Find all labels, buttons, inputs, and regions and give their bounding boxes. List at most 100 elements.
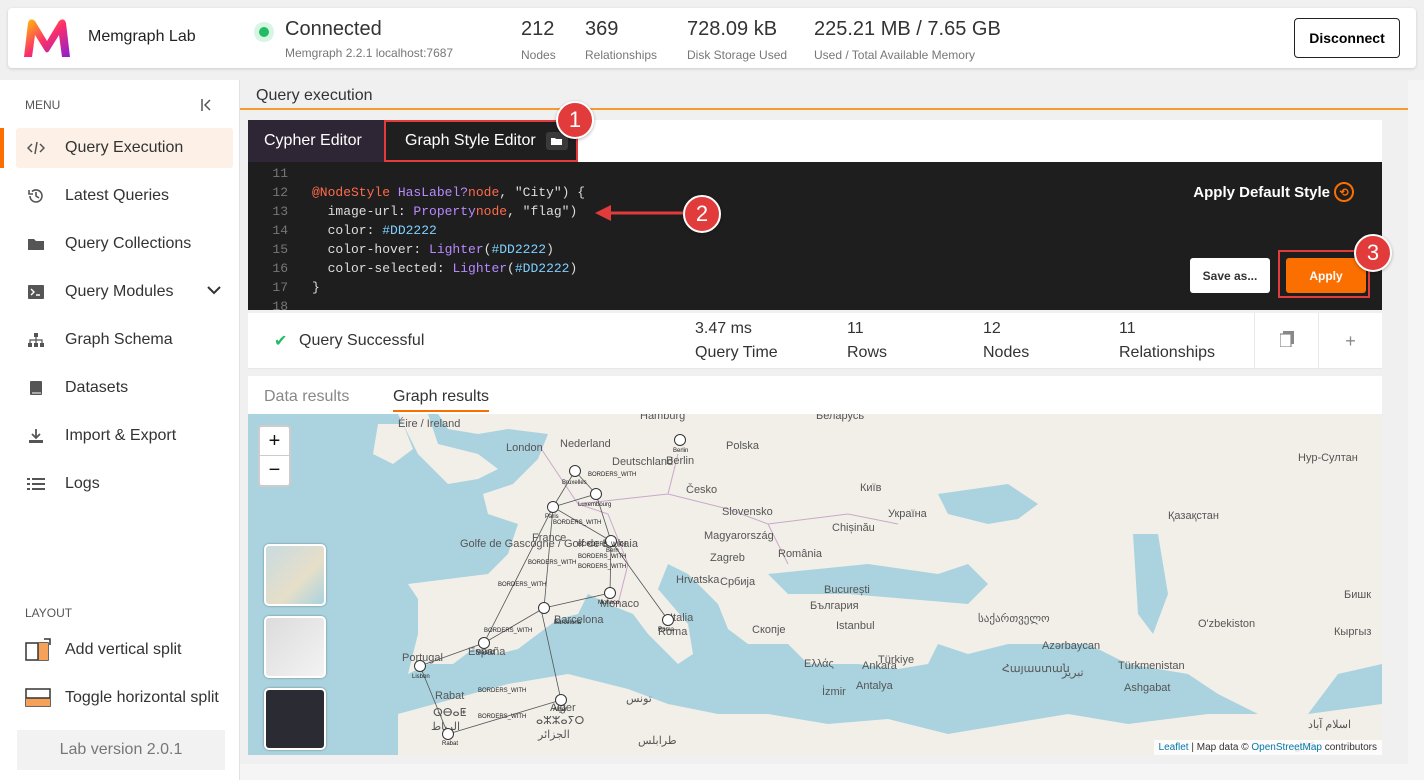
leaflet-link[interactable]: Leaflet bbox=[1159, 742, 1189, 753]
edge-label: BORDERS_WITH bbox=[484, 628, 533, 634]
editor-panel: Cypher Editor Graph Style Editor 11 12 1… bbox=[248, 120, 1382, 310]
sidebar-item-label: Query Modules bbox=[65, 283, 174, 300]
folder-icon bbox=[26, 234, 46, 254]
edge-label: BORDERS_WITH bbox=[588, 472, 637, 478]
city-label: Madrid bbox=[476, 650, 495, 656]
map-label: Қазақстан bbox=[1168, 510, 1219, 522]
city-node[interactable] bbox=[569, 465, 581, 477]
map-label: Бишк bbox=[1344, 589, 1372, 601]
connection-details: Memgraph 2.2.1 localhost:7687 bbox=[285, 46, 454, 60]
callout-badge: 2 bbox=[683, 195, 721, 233]
top-bar: Memgraph Lab Connected Memgraph 2.2.1 lo… bbox=[8, 8, 1416, 68]
city-node[interactable] bbox=[538, 602, 550, 614]
copy-button[interactable] bbox=[1254, 313, 1318, 369]
map-style-light-thumbnail[interactable] bbox=[264, 616, 326, 678]
edge-label: BORDERS_WITH bbox=[528, 560, 577, 566]
history-icon bbox=[26, 186, 46, 206]
map-label: Éire / Ireland bbox=[398, 418, 461, 430]
city-node[interactable] bbox=[414, 660, 426, 672]
app-name: Memgraph Lab bbox=[88, 28, 196, 45]
osm-link[interactable]: OpenStreetMap bbox=[1251, 742, 1322, 753]
toggle-horizontal-split-button[interactable]: Toggle horizontal split bbox=[24, 678, 241, 718]
line-number: 14 bbox=[272, 223, 288, 238]
code-line: color: #DD2222 bbox=[312, 223, 437, 238]
edge-label: BORDERS_WITH bbox=[578, 564, 627, 570]
check-icon: ✔ bbox=[274, 333, 288, 350]
sidebar-item-query-execution[interactable]: Query Execution bbox=[0, 128, 233, 168]
map-style-default-thumbnail[interactable] bbox=[264, 544, 326, 606]
map-style-dark-thumbnail[interactable] bbox=[264, 688, 326, 750]
sidebar-item-latest-queries[interactable]: Latest Queries bbox=[16, 176, 233, 216]
apply-default-style-button[interactable]: Apply Default Style ⟲ bbox=[1193, 182, 1354, 202]
sidebar-item-datasets[interactable]: Datasets bbox=[16, 368, 233, 408]
title-divider bbox=[240, 108, 1408, 110]
zoom-in-button[interactable]: + bbox=[260, 427, 289, 456]
map-label: Nederland bbox=[560, 438, 611, 450]
editor-tabs: Cypher Editor Graph Style Editor bbox=[248, 120, 1382, 162]
city-node[interactable] bbox=[674, 434, 686, 446]
city-node[interactable] bbox=[604, 587, 616, 599]
line-number: 15 bbox=[272, 242, 288, 257]
map-label: Istanbul bbox=[836, 620, 875, 632]
sidebar-item-label: Logs bbox=[65, 475, 100, 492]
add-button[interactable]: + bbox=[1318, 313, 1382, 369]
layout-label: LAYOUT bbox=[25, 606, 73, 620]
vertical-scrollbar[interactable] bbox=[1408, 80, 1424, 780]
metric-label: Nodes bbox=[983, 344, 1030, 361]
sidebar-item-query-collections[interactable]: Query Collections bbox=[16, 224, 233, 264]
map-label: İzmir bbox=[822, 686, 846, 698]
apply-button[interactable]: Apply bbox=[1286, 258, 1366, 293]
map-label: الجزائر bbox=[538, 729, 570, 741]
save-as-button[interactable]: Save as... bbox=[1190, 258, 1270, 293]
city-node[interactable] bbox=[442, 728, 454, 740]
city-node[interactable] bbox=[478, 637, 490, 649]
sidebar-item-label: Query Execution bbox=[65, 139, 184, 156]
city-node[interactable] bbox=[555, 694, 567, 706]
metric-value: 12 bbox=[983, 320, 1001, 337]
sidebar-item-logs[interactable]: Logs bbox=[16, 464, 233, 504]
city-node[interactable] bbox=[547, 501, 559, 513]
edge-label: BORDERS_WITH bbox=[498, 582, 547, 588]
layout-item-label: Toggle horizontal split bbox=[65, 689, 219, 706]
attribution-text: contributors bbox=[1321, 742, 1377, 753]
map-label: Azərbaycan bbox=[1042, 640, 1101, 652]
code-line: color-hover: Lighter(#DD2222) bbox=[312, 242, 554, 257]
tab-graph-style-editor[interactable]: Graph Style Editor bbox=[384, 120, 578, 162]
tab-data-results[interactable]: Data results bbox=[264, 388, 349, 406]
disconnect-button[interactable]: Disconnect bbox=[1294, 18, 1400, 58]
sidebar-item-graph-schema[interactable]: Graph Schema bbox=[16, 320, 233, 360]
city-node[interactable] bbox=[590, 488, 602, 500]
code-editor[interactable]: 11 12 13 14 15 16 17 18 @NodeStyle HasLa… bbox=[248, 162, 1382, 310]
map-view[interactable]: + − Hamburg Éire / Ireland Nederland London… bbox=[248, 414, 1382, 755]
code-line: image-url: Propertynode, "flag") bbox=[312, 204, 578, 219]
collapse-sidebar-icon[interactable] bbox=[200, 98, 212, 115]
line-number: 12 bbox=[272, 185, 288, 200]
city-label: Roma bbox=[658, 627, 675, 633]
map-label: Chișinău bbox=[832, 522, 875, 534]
sidebar-item-import-export[interactable]: Import & Export bbox=[16, 416, 233, 456]
connection-status: Connected bbox=[285, 18, 382, 40]
edge-label: BORDERS_WITH bbox=[578, 542, 627, 548]
map-label: طرابلس bbox=[638, 735, 677, 747]
sidebar-item-query-modules[interactable]: Query Modules bbox=[16, 272, 233, 312]
copy-icon bbox=[1278, 330, 1294, 352]
map-canvas bbox=[373, 414, 1382, 755]
city-node[interactable] bbox=[662, 614, 674, 626]
add-vertical-split-button[interactable]: Add vertical split bbox=[24, 630, 241, 670]
zoom-out-button[interactable]: − bbox=[260, 456, 289, 485]
map-label: تبریز bbox=[1062, 667, 1084, 679]
tab-label: Graph Style Editor bbox=[405, 132, 536, 149]
code-line: @NodeStyle HasLabel?node, "City") { bbox=[312, 185, 586, 200]
tab-cypher-editor[interactable]: Cypher Editor bbox=[248, 120, 384, 162]
stat-value: 728.09 kB bbox=[687, 18, 778, 40]
metric-label: Query Time bbox=[695, 344, 778, 361]
map-label: ⵕⴱⴰⵟ bbox=[433, 707, 467, 719]
tab-graph-results[interactable]: Graph results bbox=[393, 388, 490, 412]
layout-item-label: Add vertical split bbox=[65, 641, 182, 658]
chevron-down-icon[interactable] bbox=[207, 284, 221, 298]
code-line: } bbox=[312, 280, 320, 295]
horizontal-scrollbar[interactable] bbox=[240, 764, 1408, 780]
city-label: Alger bbox=[553, 707, 568, 713]
status-text: Query Successful bbox=[299, 332, 425, 349]
edge-label: BORDERS_WITH bbox=[478, 688, 527, 694]
